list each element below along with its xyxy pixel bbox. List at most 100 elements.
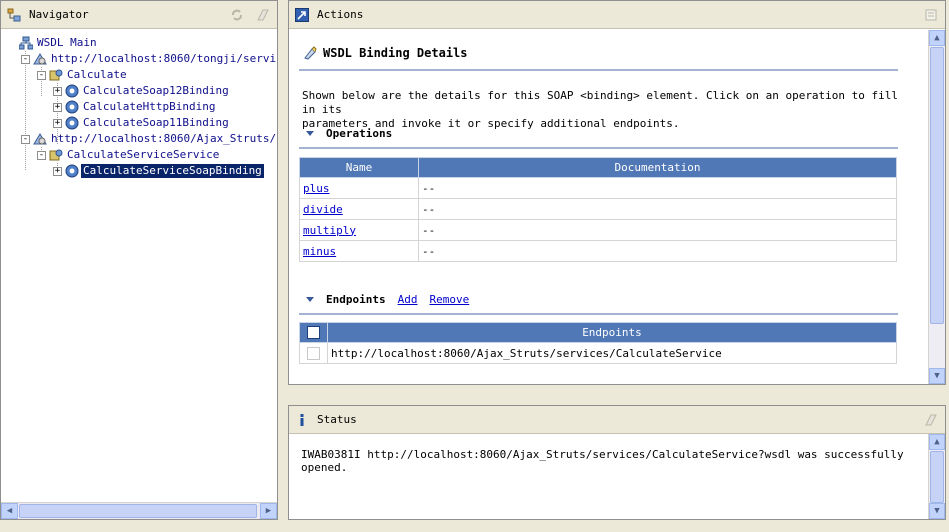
endpoint-url-cell: http://localhost:8060/Ajax_Struts/servic… xyxy=(327,342,897,364)
actions-content: WSDL Binding Details Shown below are the… xyxy=(289,30,928,384)
endpoints-divider xyxy=(299,313,898,315)
endpoints-table: Endpoints http://localhost:8060/Ajax_Str… xyxy=(299,322,897,364)
operation-link-divide[interactable]: divide xyxy=(303,203,343,216)
status-vertical-scrollbar[interactable]: ▲ ▼ xyxy=(928,434,945,519)
operation-link-plus[interactable]: plus xyxy=(303,182,330,195)
binding-icon xyxy=(65,116,79,130)
section-title: WSDL Binding Details xyxy=(323,46,468,60)
operation-name-cell: minus xyxy=(299,240,419,262)
operation-name-cell: plus xyxy=(299,177,419,199)
tree-node-wsdl-main[interactable]: WSDL Main xyxy=(18,35,99,51)
collapse-toggle[interactable]: - xyxy=(37,150,46,160)
table-row: http://localhost:8060/Ajax_Struts/servic… xyxy=(299,342,897,364)
tree-node-label: http://localhost:8060/tongji/services/ xyxy=(51,52,277,65)
scroll-left-button[interactable]: ◀ xyxy=(1,503,18,519)
service-icon xyxy=(33,52,47,66)
add-endpoint-link[interactable]: Add xyxy=(398,293,418,306)
collapse-triangle-icon[interactable] xyxy=(306,297,314,302)
info-icon xyxy=(295,413,309,427)
documentation-cell: -- xyxy=(418,177,897,199)
status-content: IWAB0381I http://localhost:8060/Ajax_Str… xyxy=(289,434,928,519)
binding-icon xyxy=(65,100,79,114)
status-title-bar: Status xyxy=(289,406,945,434)
binding-icon xyxy=(65,164,79,178)
status-title: Status xyxy=(317,413,357,426)
tree-node-label: CalculateSoap11Binding xyxy=(83,116,229,129)
scroll-up-button[interactable]: ▲ xyxy=(929,434,945,450)
tree-node-service-soap-binding[interactable]: + CalculateServiceSoapBinding xyxy=(53,163,265,179)
column-header-endpoints: Endpoints xyxy=(327,322,897,343)
tree-node-soap12-binding[interactable]: + CalculateSoap12Binding xyxy=(53,83,231,99)
binding-description: Shown below are the details for this SOA… xyxy=(302,89,902,131)
tree-node-label: http://localhost:8060/Ajax_Struts/serv xyxy=(51,132,277,145)
operations-divider xyxy=(299,147,898,149)
actions-vertical-scrollbar[interactable]: ▲ ▼ xyxy=(928,30,945,384)
tree-node-service-ajax-struts[interactable]: - http://localhost:8060/Ajax_Struts/serv xyxy=(21,131,277,147)
documentation-cell: -- xyxy=(418,198,897,220)
scroll-right-button[interactable]: ▶ xyxy=(260,503,277,519)
select-all-header xyxy=(299,322,328,343)
collapse-toggle[interactable]: - xyxy=(37,70,46,80)
tree-node-label: CalculateServiceService xyxy=(67,148,220,161)
scroll-thumb[interactable] xyxy=(930,47,944,324)
operation-link-minus[interactable]: minus xyxy=(303,245,336,258)
scroll-up-button[interactable]: ▲ xyxy=(929,30,945,46)
collapse-triangle-icon[interactable] xyxy=(306,131,314,136)
tree-node-label-selected: CalculateServiceSoapBinding xyxy=(80,163,265,179)
endpoints-heading[interactable]: Endpoints Add Remove xyxy=(306,293,469,306)
clear-icon[interactable] xyxy=(255,7,271,23)
expand-toggle[interactable]: + xyxy=(53,118,62,128)
documentation-cell: -- xyxy=(418,219,897,241)
view-menu-icon[interactable] xyxy=(923,7,939,23)
expand-toggle[interactable]: + xyxy=(53,86,62,96)
endpoint-checkbox[interactable] xyxy=(307,346,320,360)
navigator-view-icon xyxy=(7,8,21,22)
operation-name-cell: divide xyxy=(299,198,419,220)
select-all-checkbox[interactable] xyxy=(307,326,320,340)
wsdl-main-icon xyxy=(18,36,34,50)
binding-details-heading: WSDL Binding Details xyxy=(303,46,468,60)
navigator-horizontal-scrollbar[interactable]: ◀ ▶ xyxy=(1,502,277,519)
navigator-panel: Navigator WSDL Main - http://localhost:8… xyxy=(0,0,278,520)
scroll-thumb[interactable] xyxy=(930,451,944,503)
navigator-title: Navigator xyxy=(29,8,89,21)
endpoints-heading-label: Endpoints xyxy=(326,293,386,306)
binding-icon xyxy=(65,84,79,98)
scroll-thumb[interactable] xyxy=(19,504,257,518)
collapse-toggle[interactable]: - xyxy=(21,54,30,64)
window-status-bar xyxy=(0,520,949,532)
tree-node-soap11-binding[interactable]: + CalculateSoap11Binding xyxy=(53,115,231,131)
operations-heading[interactable]: Operations xyxy=(306,127,392,140)
description-line: Shown below are the details for this SOA… xyxy=(302,89,899,116)
expand-toggle[interactable]: + xyxy=(53,166,62,176)
table-row: plus -- xyxy=(299,177,897,199)
section-divider xyxy=(299,69,898,71)
actions-view-icon xyxy=(295,7,309,22)
binding-details-icon xyxy=(303,46,317,60)
tree-node-label: Calculate xyxy=(67,68,127,81)
scroll-down-button[interactable]: ▼ xyxy=(929,368,945,384)
tree-node-calculate-service-service[interactable]: - CalculateServiceService xyxy=(37,147,221,163)
status-panel: Status IWAB0381I http://localhost:8060/A… xyxy=(288,405,946,520)
operation-link-multiply[interactable]: multiply xyxy=(303,224,356,237)
navigator-tree: WSDL Main - http://localhost:8060/tongji… xyxy=(1,30,277,502)
clear-status-icon[interactable] xyxy=(923,412,939,428)
service-group-icon xyxy=(49,148,63,162)
tree-node-label: CalculateHttpBinding xyxy=(83,100,216,113)
navigator-title-bar: Navigator xyxy=(1,1,277,29)
checkbox-cell xyxy=(299,342,328,364)
documentation-cell: -- xyxy=(418,240,897,262)
status-message: IWAB0381I http://localhost:8060/Ajax_Str… xyxy=(301,448,904,474)
collapse-toggle[interactable]: - xyxy=(21,134,30,144)
service-group-icon xyxy=(49,68,63,82)
table-row: divide -- xyxy=(299,198,897,220)
tree-node-calculate[interactable]: - Calculate xyxy=(37,67,129,83)
actions-title: Actions xyxy=(317,8,364,21)
remove-endpoint-link[interactable]: Remove xyxy=(429,293,469,306)
tree-node-http-binding[interactable]: + CalculateHttpBinding xyxy=(53,99,217,115)
actions-panel: Actions WSDL Binding Details Shown below… xyxy=(288,0,946,385)
scroll-down-button[interactable]: ▼ xyxy=(929,503,945,519)
tree-node-service-tongji[interactable]: - http://localhost:8060/tongji/services/ xyxy=(21,51,277,67)
expand-toggle[interactable]: + xyxy=(53,102,62,112)
refresh-icon[interactable] xyxy=(229,7,245,23)
